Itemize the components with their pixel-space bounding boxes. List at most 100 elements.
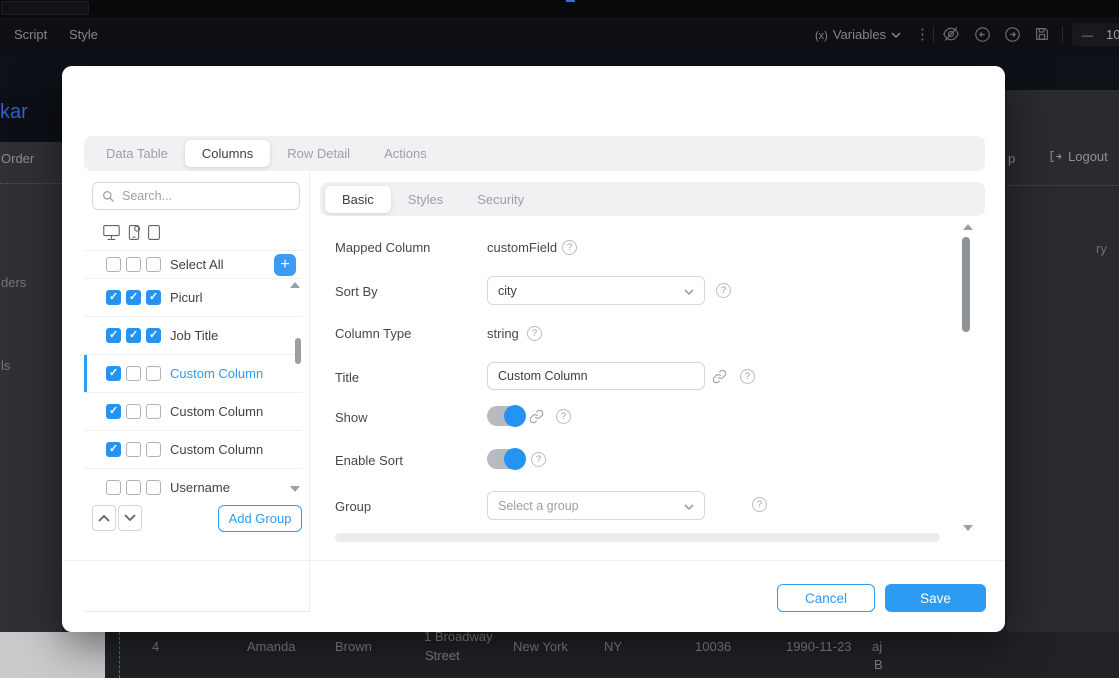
app-logo-area: kar bbox=[0, 90, 62, 142]
mobile-icon[interactable] bbox=[126, 224, 142, 241]
column-row[interactable]: Select All bbox=[84, 251, 302, 279]
column-visibility-checkbox[interactable] bbox=[146, 442, 161, 457]
list-scrollbar-thumb[interactable] bbox=[295, 338, 301, 364]
column-visibility-checkbox[interactable] bbox=[126, 290, 141, 305]
nav-item-fragment[interactable]: ry bbox=[1096, 241, 1107, 256]
editor-toolbar: Script Style Variables 10 bbox=[0, 17, 1119, 52]
tab-columns[interactable]: Columns bbox=[185, 140, 270, 167]
tab-style[interactable]: Style bbox=[69, 27, 98, 42]
tab-row-detail[interactable]: Row Detail bbox=[270, 140, 367, 167]
column-row[interactable]: Job Title bbox=[84, 317, 302, 355]
help-icon[interactable] bbox=[716, 283, 731, 298]
column-row[interactable]: Custom Column bbox=[84, 431, 302, 469]
tab-styles[interactable]: Styles bbox=[391, 186, 460, 213]
save-icon[interactable] bbox=[1034, 26, 1050, 42]
field-label-show: Show bbox=[335, 410, 368, 425]
form-scrollbar-thumb[interactable] bbox=[962, 237, 970, 332]
column-visibility-checkbox[interactable] bbox=[126, 257, 141, 272]
search-box[interactable] bbox=[92, 182, 300, 210]
column-visibility-checkbox[interactable] bbox=[126, 442, 141, 457]
list-controls: Add Group bbox=[84, 505, 310, 532]
tab-basic[interactable]: Basic bbox=[325, 186, 391, 213]
scroll-up-icon[interactable] bbox=[963, 224, 973, 230]
nav-item-order[interactable]: Order bbox=[1, 151, 34, 166]
move-down-button[interactable] bbox=[118, 505, 142, 531]
sort-by-select[interactable]: city bbox=[487, 276, 705, 305]
zoom-control[interactable]: 10 bbox=[1072, 23, 1119, 46]
column-row[interactable]: Picurl bbox=[84, 279, 302, 317]
search-input[interactable] bbox=[122, 189, 272, 203]
nav-item-fragment[interactable]: p bbox=[1008, 151, 1015, 166]
column-row[interactable]: Custom Column bbox=[84, 355, 302, 393]
save-button[interactable]: Save bbox=[885, 584, 986, 612]
canvas-margin bbox=[0, 632, 105, 678]
nav-item-fragment[interactable]: ders bbox=[1, 275, 26, 290]
column-visibility-checkbox[interactable] bbox=[106, 366, 121, 381]
help-icon[interactable] bbox=[531, 452, 546, 467]
link-icon[interactable] bbox=[529, 409, 544, 424]
title-input[interactable] bbox=[487, 362, 705, 390]
background-data-table: 4 Amanda Brown 1 Broadway Street New Yor… bbox=[105, 632, 1119, 678]
table-cell-dob: 1990-11-23 bbox=[786, 639, 852, 654]
field-label-mapped-column: Mapped Column bbox=[335, 240, 430, 255]
help-icon[interactable] bbox=[752, 497, 767, 512]
footer-divider bbox=[62, 560, 1005, 561]
help-icon[interactable] bbox=[562, 240, 577, 255]
column-visibility-checkbox[interactable] bbox=[106, 290, 121, 305]
column-visibility-checkbox[interactable] bbox=[106, 257, 121, 272]
app-logo-fragment: kar bbox=[0, 101, 28, 124]
column-visibility-checkbox[interactable] bbox=[146, 480, 161, 495]
help-icon[interactable] bbox=[527, 326, 542, 341]
help-icon[interactable] bbox=[556, 409, 571, 424]
move-up-button[interactable] bbox=[92, 505, 116, 531]
table-cell-zip: 10036 bbox=[695, 639, 731, 654]
cancel-button[interactable]: Cancel bbox=[777, 584, 875, 612]
logout-button[interactable]: Logout bbox=[1049, 149, 1108, 164]
column-row[interactable]: Custom Column bbox=[84, 393, 302, 431]
form-horizontal-scrollbar[interactable] bbox=[335, 533, 940, 542]
column-visibility-checkbox[interactable] bbox=[146, 404, 161, 419]
redo-icon[interactable] bbox=[1004, 26, 1021, 43]
modal-tabbar: Data Table Columns Row Detail Actions bbox=[84, 136, 985, 171]
zoom-out-icon[interactable] bbox=[1082, 26, 1093, 44]
table-cell-state: NY bbox=[604, 639, 622, 654]
show-toggle[interactable] bbox=[487, 406, 524, 426]
column-visibility-checkbox[interactable] bbox=[126, 366, 141, 381]
help-icon[interactable] bbox=[740, 369, 755, 384]
column-visibility-checkbox[interactable] bbox=[146, 366, 161, 381]
column-visibility-checkbox[interactable] bbox=[106, 480, 121, 495]
advanced-settings-modal: Advanced Settings: EmployeeTable1 Help D… bbox=[62, 66, 1005, 632]
enable-sort-toggle[interactable] bbox=[487, 449, 524, 469]
add-column-button[interactable] bbox=[274, 254, 296, 276]
column-settings-tabbar: Basic Styles Security bbox=[320, 182, 985, 216]
undo-icon[interactable] bbox=[974, 26, 991, 43]
tablet-icon[interactable] bbox=[147, 224, 161, 241]
column-visibility-checkbox[interactable] bbox=[146, 290, 161, 305]
tab-data-table[interactable]: Data Table bbox=[89, 140, 185, 167]
widget-selection-border bbox=[119, 632, 120, 678]
scroll-up-icon[interactable] bbox=[290, 282, 300, 288]
column-visibility-checkbox[interactable] bbox=[126, 404, 141, 419]
logout-label: Logout bbox=[1068, 149, 1108, 164]
tab-security[interactable]: Security bbox=[460, 186, 541, 213]
group-select[interactable]: Select a group bbox=[487, 491, 705, 520]
scroll-down-icon[interactable] bbox=[963, 525, 973, 531]
column-visibility-checkbox[interactable] bbox=[106, 442, 121, 457]
add-group-button[interactable]: Add Group bbox=[218, 505, 302, 532]
tab-actions[interactable]: Actions bbox=[367, 140, 444, 167]
column-visibility-checkbox[interactable] bbox=[146, 328, 161, 343]
variables-menu[interactable]: Variables bbox=[815, 27, 901, 42]
link-icon[interactable] bbox=[712, 369, 727, 384]
scroll-down-icon[interactable] bbox=[290, 486, 300, 492]
tab-script[interactable]: Script bbox=[14, 27, 47, 42]
column-visibility-checkbox[interactable] bbox=[106, 404, 121, 419]
column-visibility-checkbox[interactable] bbox=[126, 328, 141, 343]
desktop-icon[interactable] bbox=[102, 224, 121, 241]
column-row[interactable]: Username bbox=[84, 469, 302, 499]
column-visibility-checkbox[interactable] bbox=[106, 328, 121, 343]
column-visibility-checkbox[interactable] bbox=[146, 257, 161, 272]
nav-item-fragment[interactable]: ls bbox=[1, 358, 10, 373]
column-visibility-checkbox[interactable] bbox=[126, 480, 141, 495]
kebab-menu-icon[interactable] bbox=[915, 25, 930, 43]
hide-preview-icon[interactable] bbox=[942, 26, 960, 42]
